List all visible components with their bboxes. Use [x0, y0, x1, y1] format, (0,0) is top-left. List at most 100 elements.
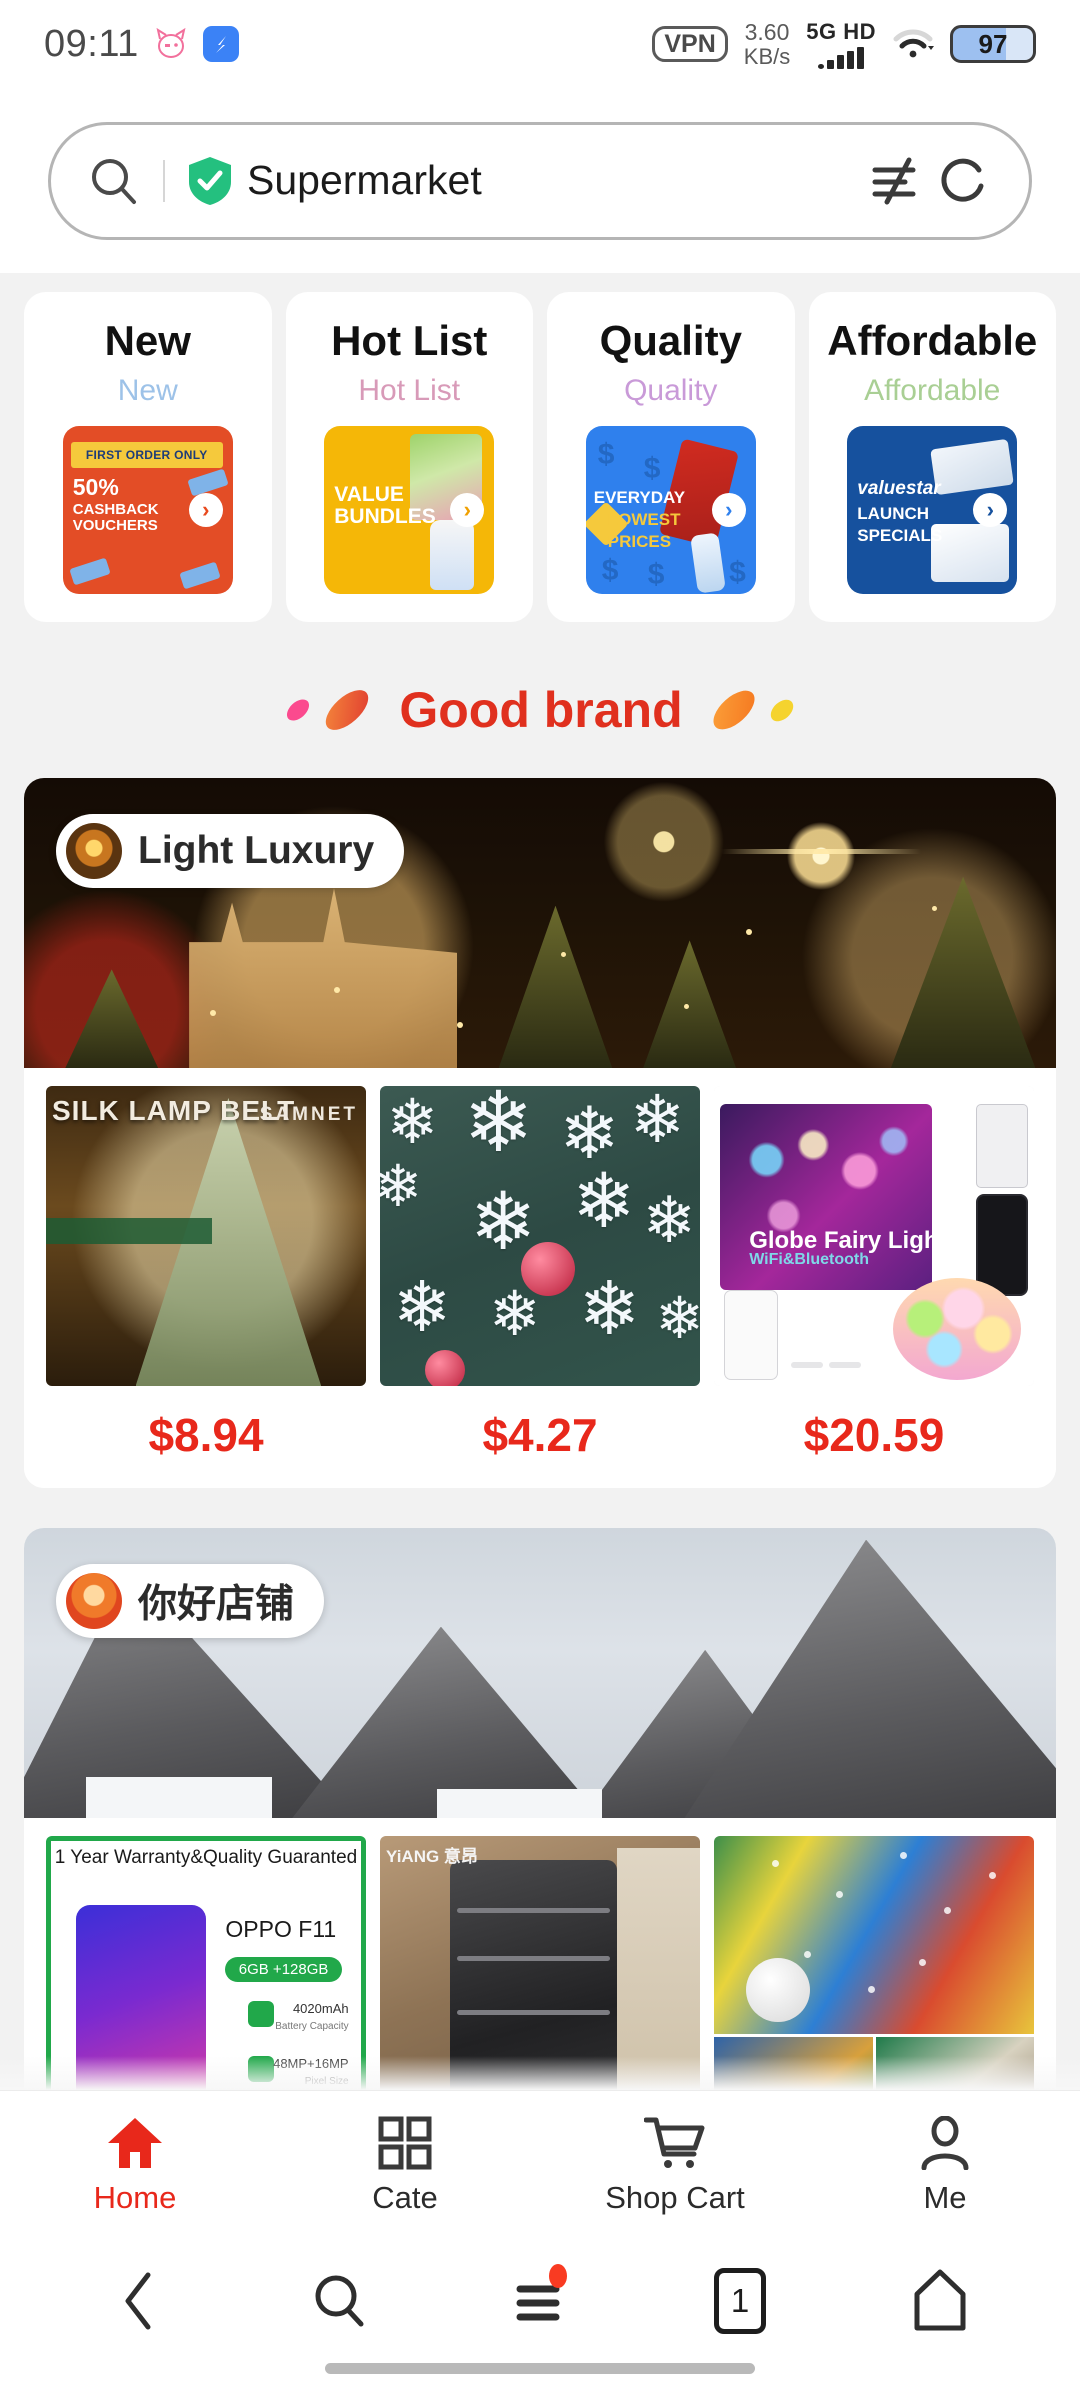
product-price: $8.94: [148, 1409, 264, 1461]
promo-lines: BUNDLES: [334, 505, 436, 529]
category-title: New: [104, 317, 191, 364]
data-rate-unit: KB/s: [743, 43, 791, 69]
search-icon[interactable]: [295, 2262, 385, 2340]
tab-home[interactable]: Home: [0, 2116, 270, 2216]
back-chevron-icon[interactable]: [95, 2262, 185, 2340]
category-card-new[interactable]: New New FIRST ORDER ONLY 50% CASHBACK VO…: [24, 292, 272, 622]
category-title: Hot List: [331, 317, 488, 364]
bird-app-icon: [202, 26, 239, 62]
product-image[interactable]: SILK LAMP BELT SAMNET: [46, 1086, 366, 1386]
wifi-icon: [892, 28, 934, 60]
person-icon: [918, 2115, 972, 2170]
twelve-twelve-logo: [66, 1573, 122, 1629]
category-subtitle: Affordable: [864, 374, 1001, 408]
product-card[interactable]: ❄ ❄ ❄ ❄ ❄ ❄ ❄ ❄ ❄ ❄ ❄ ❄ $4.27: [380, 1086, 700, 1488]
category-card-hot-list[interactable]: Hot List Hot List VALUE BUNDLES ›: [285, 292, 533, 622]
good-brand-section-header: Good brand: [0, 660, 1080, 760]
product-image[interactable]: Globe Fairy Lights WiFi&Bluetooth: [714, 1086, 1034, 1386]
category-card-affordable[interactable]: Affordable Affordable valuestar LAUNCH S…: [808, 292, 1056, 622]
home-icon: [105, 2116, 165, 2170]
tab-shop-cart[interactable]: Shop Cart: [540, 2116, 810, 2216]
category-subtitle: Hot List: [358, 374, 461, 408]
brand-banner[interactable]: Light Luxury: [24, 778, 1056, 1068]
category-title: Affordable: [827, 317, 1038, 364]
signal-bars-icon: [818, 47, 865, 69]
brand-name: Light Luxury: [138, 829, 375, 872]
category-promo-thumb[interactable]: $ $ $ $ $ EVERYDAY LOWEST PRICES ›: [585, 426, 756, 595]
brand-name: 你好店铺: [138, 1583, 295, 1626]
status-bar-right: VPN 3.60 KB/s 5G HD 97: [652, 19, 1036, 69]
menu-notification-badge: [549, 2264, 567, 2288]
promo-headline: EVERYDAY: [593, 488, 686, 508]
category-card-quality[interactable]: Quality Quality $ $ $ $ $ EVERYDAY LOWEST …: [547, 292, 795, 622]
grid-icon: [378, 2116, 432, 2170]
category-promo-thumb[interactable]: FIRST ORDER ONLY 50% CASHBACK VOUCHERS ›: [62, 426, 233, 595]
network-type-label: 5G HD: [806, 19, 876, 44]
category-promo-thumb[interactable]: valuestar LAUNCH SPECIALS ›: [847, 426, 1018, 595]
gesture-bar[interactable]: [325, 2363, 755, 2374]
tab-label: Me: [923, 2179, 967, 2215]
filter-lines-icon[interactable]: [865, 152, 923, 210]
product-spec-1-sub: Battery Capacity: [275, 2020, 349, 2032]
product-storage: 6GB +128GB: [224, 1957, 343, 1982]
content-fade-mask: [0, 2056, 1080, 2090]
cat-icon: [153, 27, 189, 61]
chevron-right-icon[interactable]: ›: [711, 493, 746, 528]
product-image-caption: 1 Year Warranty&Quality Guaranted: [54, 1847, 358, 1868]
data-rate: 3.60 KB/s: [744, 20, 790, 67]
category-subtitle: New: [117, 374, 178, 408]
cellular-indicator: 5G HD: [806, 19, 876, 69]
brand-badge[interactable]: Light Luxury: [56, 814, 405, 888]
hamburger-menu-icon[interactable]: [495, 2262, 585, 2340]
section-title: Good brand: [399, 682, 683, 738]
data-rate-value: 3.60: [744, 19, 790, 46]
battery-level: 97: [978, 28, 1008, 59]
status-bar: 09:11 VPN 3.60 KB/s 5G HD 97: [0, 0, 1080, 88]
status-time: 09:11: [44, 22, 139, 65]
product-row: SILK LAMP BELT SAMNET $8.94 ❄ ❄ ❄ ❄ ❄ ❄ …: [24, 1068, 1056, 1488]
search-query-text[interactable]: Supermarket: [247, 157, 853, 204]
brand-badge[interactable]: 你好店铺: [56, 1564, 325, 1638]
tab-cate[interactable]: Cate: [270, 2116, 540, 2216]
status-bar-left: 09:11: [44, 23, 239, 66]
recent-tabs-button[interactable]: 1: [695, 2262, 785, 2340]
christmas-tree-thumb: [66, 823, 122, 879]
product-card[interactable]: SILK LAMP BELT SAMNET $8.94: [46, 1086, 366, 1488]
brand-banner[interactable]: 你好店铺: [24, 1528, 1056, 1818]
promo-ribbon: FIRST ORDER ONLY: [70, 442, 223, 469]
promo-line3: SPECIALS: [857, 526, 943, 546]
tab-label: Cate: [372, 2179, 438, 2215]
search-bar[interactable]: Supermarket: [48, 121, 1032, 240]
brand-section-light-luxury[interactable]: Light Luxury SILK LAMP BELT SAMNET $8.94: [24, 778, 1056, 1488]
home-pentagon-icon[interactable]: [895, 2262, 985, 2340]
cart-icon: [644, 2116, 706, 2170]
chevron-right-icon[interactable]: ›: [450, 493, 485, 528]
product-price: $20.59: [803, 1409, 945, 1461]
bottom-tab-bar: Home Cate Shop Cart Me: [0, 2090, 1080, 2240]
decorative-dots-right: [706, 683, 798, 737]
product-image-caption: SILK LAMP BELT: [52, 1095, 296, 1126]
promo-line2: LAUNCH: [857, 504, 930, 524]
product-spec-1: 4020mAh: [292, 2000, 349, 2016]
tab-label: Home: [93, 2179, 177, 2215]
chevron-right-icon[interactable]: ›: [188, 493, 223, 528]
shield-check-icon: [187, 156, 233, 206]
vpn-indicator: VPN: [652, 25, 728, 63]
promo-line2: LOWEST: [607, 510, 681, 530]
category-card-row: New New FIRST ORDER ONLY 50% CASHBACK VO…: [0, 292, 1080, 622]
refresh-icon[interactable]: [935, 152, 993, 210]
product-card[interactable]: Globe Fairy Lights WiFi&Bluetooth $20.59: [714, 1086, 1034, 1488]
product-image[interactable]: ❄ ❄ ❄ ❄ ❄ ❄ ❄ ❄ ❄ ❄ ❄ ❄: [380, 1086, 700, 1386]
brand-section-nihao-store[interactable]: 你好店铺 1 Year Warranty&Quality Guaranted O…: [24, 1528, 1056, 2136]
chevron-right-icon[interactable]: ›: [973, 493, 1008, 528]
category-subtitle: Quality: [624, 374, 718, 408]
promo-line3: PRICES: [607, 532, 672, 552]
product-image-brand: SAMNET: [259, 1104, 358, 1125]
category-promo-thumb[interactable]: VALUE BUNDLES ›: [324, 426, 495, 595]
tab-label: Shop Cart: [605, 2179, 745, 2215]
tab-me[interactable]: Me: [810, 2115, 1080, 2216]
product-price: $4.27: [482, 1409, 598, 1461]
promo-brand: valuestar: [857, 478, 941, 500]
search-icon[interactable]: [87, 154, 141, 208]
promo-headline: 50%: [72, 474, 119, 501]
